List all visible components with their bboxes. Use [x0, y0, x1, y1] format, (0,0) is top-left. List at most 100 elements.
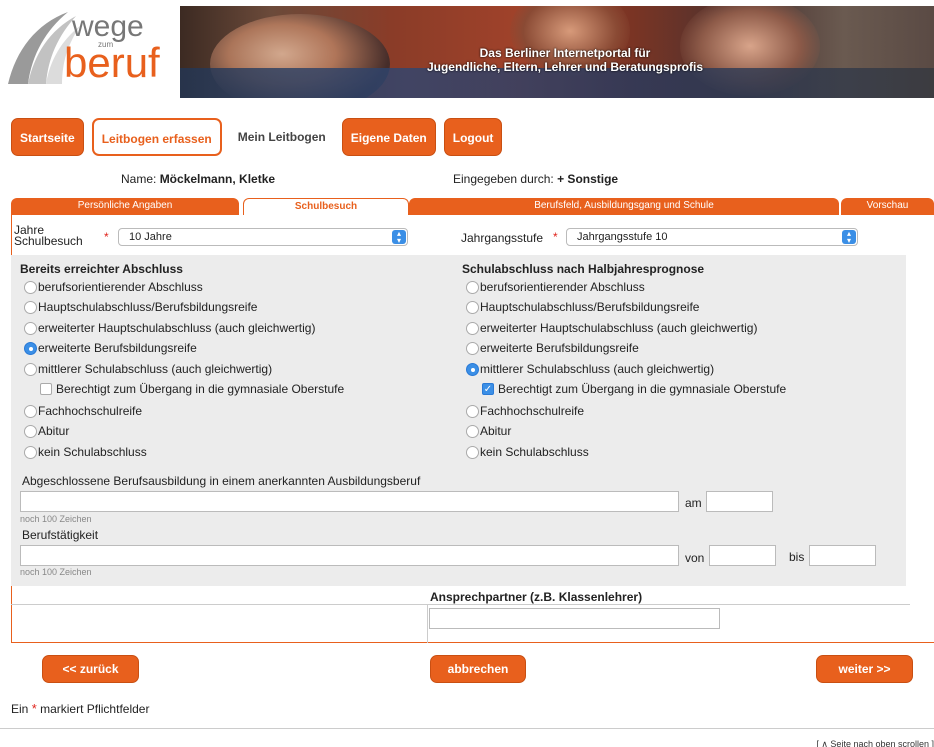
bereits-erreichter-abschluss-title: Bereits erreichter Abschluss	[20, 262, 183, 276]
jahre-schulbesuch-select[interactable]: 10 Jahre ▴ ▾	[118, 228, 408, 246]
left-option-row[interactable]: Abitur	[24, 423, 69, 439]
left-option-row[interactable]: erweiterter Hauptschulabschluss (auch gl…	[24, 320, 315, 336]
checkbox-label: Berechtigt zum Übergang in die gymnasial…	[498, 382, 787, 396]
option-label: Fachhochschulreife	[480, 404, 585, 418]
right-option-row[interactable]: erweiterter Hauptschulabschluss (auch gl…	[466, 320, 757, 336]
radio-button[interactable]	[466, 321, 479, 335]
radio-button[interactable]	[466, 424, 479, 438]
option-label: erweiterte Berufsbildungsreife	[480, 341, 639, 355]
halbjahresprognose-title: Schulabschluss nach Halbjahresprognose	[462, 262, 705, 276]
required-note: Ein * markiert Pflichtfelder	[11, 701, 149, 716]
right-option-row[interactable]: Fachhochschulreife	[466, 403, 584, 419]
radio-button[interactable]	[24, 445, 37, 459]
option-label: Hauptschulabschluss/Berufsbildungsreife	[480, 300, 700, 314]
option-label: mittlerer Schulabschluss (auch gleichwer…	[480, 362, 715, 376]
radio-button[interactable]	[24, 300, 37, 314]
option-label: mittlerer Schulabschluss (auch gleichwer…	[38, 362, 273, 376]
entered-by-value: + Sonstige	[557, 172, 619, 186]
nav-leitbogen-erfassen-button[interactable]: Leitbogen erfassen	[91, 118, 222, 156]
radio-button[interactable]	[24, 280, 37, 294]
right-option-row[interactable]: Abitur	[466, 423, 511, 439]
radio-button-selected[interactable]	[466, 362, 479, 376]
radio-button[interactable]	[24, 424, 37, 438]
am-label: am	[685, 496, 702, 510]
option-label: Hauptschulabschluss/Berufsbildungsreife	[38, 300, 258, 314]
option-label: Fachhochschulreife	[38, 404, 143, 418]
berufstaetigkeit-input[interactable]	[20, 545, 679, 566]
berufstaetigkeit-bis-input[interactable]	[809, 545, 876, 566]
radio-button[interactable]	[466, 404, 479, 418]
radio-button-selected[interactable]	[24, 341, 37, 355]
right-option-row[interactable]: berufsorientierender Abschluss	[466, 279, 645, 295]
bis-label: bis	[789, 550, 805, 564]
banner-tagline: Das Berliner Internetportal für Jugendli…	[420, 46, 710, 74]
required-marker: *	[553, 230, 558, 244]
berufsausbildung-date-input[interactable]	[706, 491, 773, 512]
logo-text-beruf: beruf	[64, 39, 160, 86]
radio-button[interactable]	[466, 280, 479, 294]
tab-berufsfeld[interactable]: Berufsfeld, Ausbildungsgang und Schule	[409, 198, 839, 215]
jahrgangsstufe-value: Jahrgangsstufe 10	[577, 231, 668, 243]
option-label: kein Schulabschluss	[480, 445, 589, 459]
select-chevron-icon: ▴ ▾	[392, 230, 406, 245]
checkbox[interactable]	[40, 383, 52, 395]
tab-vorschau[interactable]: Vorschau	[841, 198, 934, 215]
jahrgangsstufe-select[interactable]: Jahrgangsstufe 10 ▴ ▾	[566, 228, 858, 246]
name-value: Möckelmann, Kletke	[159, 172, 276, 186]
header: wege zum beruf Das Berliner Internetport…	[0, 0, 934, 98]
required-note-star: *	[31, 701, 37, 716]
left-option-row[interactable]: mittlerer Schulabschluss (auch gleichwer…	[24, 361, 272, 377]
main-nav: Startseite Leitbogen erfassen Mein Leitb…	[11, 118, 503, 156]
tab-schulbesuch[interactable]: Schulbesuch	[243, 198, 409, 215]
von-label: von	[685, 551, 705, 565]
berufsausbildung-input[interactable]	[20, 491, 679, 512]
nav-mein-leitbogen-button[interactable]: Mein Leitbogen	[230, 118, 334, 156]
radio-button[interactable]	[466, 445, 479, 459]
required-note-prefix: Ein	[11, 702, 29, 716]
jahre-label-line2: Schulbesuch	[14, 234, 83, 248]
right-option-row[interactable]: erweiterte Berufsbildungsreife	[466, 340, 639, 356]
checkbox-checked[interactable]: ✓	[482, 383, 494, 395]
required-marker: *	[104, 230, 109, 244]
tab-persoenliche-angaben[interactable]: Persönliche Angaben	[11, 198, 239, 215]
berufsausbildung-label: Abgeschlossene Berufsausbildung in einem…	[22, 474, 421, 488]
zurueck-button[interactable]: << zurück	[42, 655, 139, 683]
berufstaetigkeit-label: Berufstätigkeit	[22, 528, 99, 542]
nav-eigene-daten-button[interactable]: Eigene Daten	[341, 118, 436, 156]
left-oberstufe-checkbox-row[interactable]: Berechtigt zum Übergang in die gymnasial…	[40, 381, 344, 397]
radio-button[interactable]	[466, 341, 479, 355]
scroll-to-top-link[interactable]: [ ∧ Seite nach oben scrollen ]	[816, 739, 934, 747]
divider	[11, 604, 910, 605]
right-oberstufe-checkbox-row[interactable]: ✓ Berechtigt zum Übergang in die gymnasia…	[482, 381, 786, 397]
radio-button[interactable]	[24, 321, 37, 335]
left-option-row[interactable]: kein Schulabschluss	[24, 444, 147, 460]
ansprechpartner-input[interactable]	[429, 608, 720, 629]
weiter-button[interactable]: weiter >>	[816, 655, 913, 683]
radio-button[interactable]	[24, 362, 37, 376]
checkbox-label: Berechtigt zum Übergang in die gymnasial…	[56, 382, 345, 396]
option-label: erweiterter Hauptschulabschluss (auch gl…	[480, 321, 758, 335]
abbrechen-button[interactable]: abbrechen	[430, 655, 526, 683]
left-option-row[interactable]: Hauptschulabschluss/Berufsbildungsreife	[24, 299, 257, 315]
wege-zum-beruf-logo[interactable]: wege zum beruf	[6, 10, 176, 90]
required-note-text: markiert Pflichtfelder	[40, 702, 150, 716]
left-option-row[interactable]: erweiterte Berufsbildungsreife	[24, 340, 197, 356]
left-option-row[interactable]: Fachhochschulreife	[24, 403, 142, 419]
entered-by: Eingegeben durch: + Sonstige	[453, 172, 618, 186]
jahrgangsstufe-label: Jahrgangsstufe	[461, 231, 544, 245]
berufstaetigkeit-von-input[interactable]	[709, 545, 776, 566]
char-counter: noch 100 Zeichen	[20, 514, 92, 524]
banner-tagline-line2: Jugendliche, Eltern, Lehrer und Beratung…	[426, 60, 704, 74]
right-option-row[interactable]: kein Schulabschluss	[466, 444, 589, 460]
radio-button[interactable]	[24, 404, 37, 418]
nav-startseite-button[interactable]: Startseite	[11, 118, 84, 156]
option-label: berufsorientierender Abschluss	[480, 280, 645, 294]
option-label: kein Schulabschluss	[38, 445, 147, 459]
left-option-row[interactable]: berufsorientierender Abschluss	[24, 279, 203, 295]
nav-logout-button[interactable]: Logout	[443, 118, 503, 156]
right-option-row[interactable]: Hauptschulabschluss/Berufsbildungsreife	[466, 299, 699, 315]
right-option-row[interactable]: mittlerer Schulabschluss (auch gleichwer…	[466, 361, 714, 377]
entered-by-label: Eingegeben durch:	[453, 172, 554, 186]
jahre-schulbesuch-label: Jahre Schulbesuch	[14, 224, 83, 248]
radio-button[interactable]	[466, 300, 479, 314]
